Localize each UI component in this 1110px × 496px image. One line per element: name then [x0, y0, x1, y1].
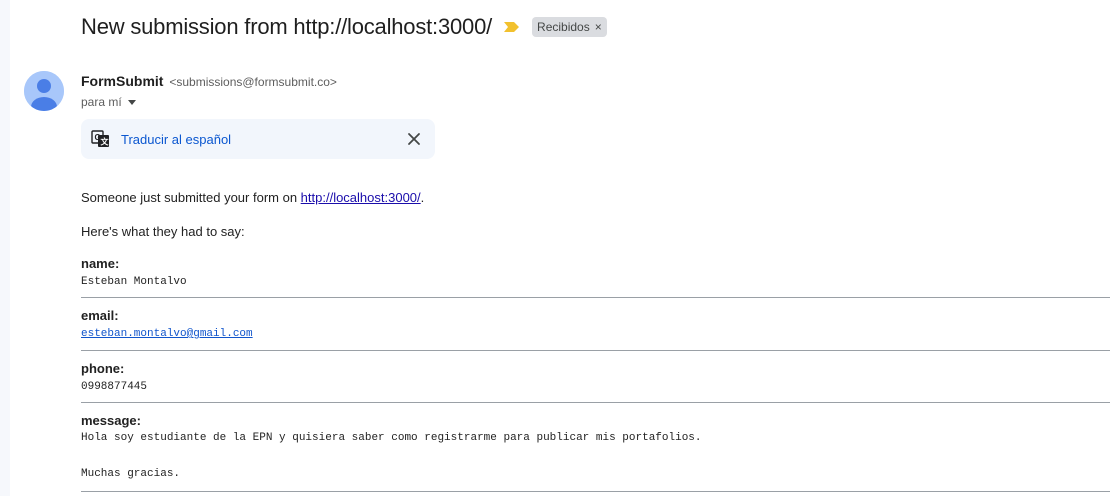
field-value: esteban.montalvo@gmail.com — [81, 328, 1110, 340]
caret-down-icon[interactable] — [127, 99, 136, 105]
field-label: email: — [81, 308, 119, 323]
person-avatar-icon — [24, 71, 64, 111]
field-value: Hola soy estudiante de la EPN y quisiera… — [81, 432, 702, 480]
label-chip-text: Recibidos — [537, 20, 590, 34]
field-label: phone: — [81, 361, 125, 376]
sender-avatar[interactable] — [24, 71, 64, 111]
field-divider — [81, 297, 1110, 298]
intro-suffix: . — [420, 190, 425, 205]
field-label: message: — [81, 413, 141, 428]
subject-row: New submission from http://localhost:300… — [81, 14, 607, 40]
svg-text:文: 文 — [101, 137, 110, 147]
translate-bar: G 文 Traducir al español — [81, 119, 435, 159]
translate-icon: G 文 — [91, 130, 110, 147]
translate-link[interactable]: Traducir al español — [121, 132, 231, 147]
close-icon[interactable] — [405, 130, 423, 148]
field-label: name: — [81, 256, 120, 271]
importance-marker-icon[interactable] — [504, 21, 520, 33]
field-divider — [81, 491, 1110, 492]
localhost-link[interactable]: http://localhost:3000/ — [301, 190, 421, 205]
lead-paragraph: Here's what they had to say: — [81, 224, 245, 239]
field-divider — [81, 402, 1110, 403]
recipient-details-toggle[interactable]: para mí — [81, 95, 136, 109]
field-value: Esteban Montalvo — [81, 276, 187, 288]
sender-email: <submissions@formsubmit.co> — [169, 75, 337, 89]
sender-name[interactable]: FormSubmit — [81, 73, 163, 89]
field-divider — [81, 350, 1110, 351]
field-value: 0998877445 — [81, 381, 148, 393]
sender-line: FormSubmit <submissions@formsubmit.co> — [81, 73, 337, 89]
field-email: email: esteban.montalvo@gmail.com — [81, 308, 1110, 340]
recipient-label: para mí — [81, 95, 122, 109]
remove-label-icon[interactable]: × — [595, 20, 602, 34]
label-chip-recibidos[interactable]: Recibidos × — [532, 17, 607, 37]
intro-prefix: Someone just submitted your form on — [81, 190, 301, 205]
field-phone: phone: 0998877445 — [81, 361, 1110, 393]
left-sidebar-edge — [0, 0, 10, 496]
email-value-link[interactable]: esteban.montalvo@gmail.com — [81, 328, 253, 340]
email-subject: New submission from http://localhost:300… — [81, 14, 493, 39]
field-name: name: Esteban Montalvo — [81, 256, 1110, 288]
field-message: message: Hola soy estudiante de la EPN y… — [81, 413, 1110, 483]
intro-paragraph: Someone just submitted your form on http… — [81, 190, 424, 205]
